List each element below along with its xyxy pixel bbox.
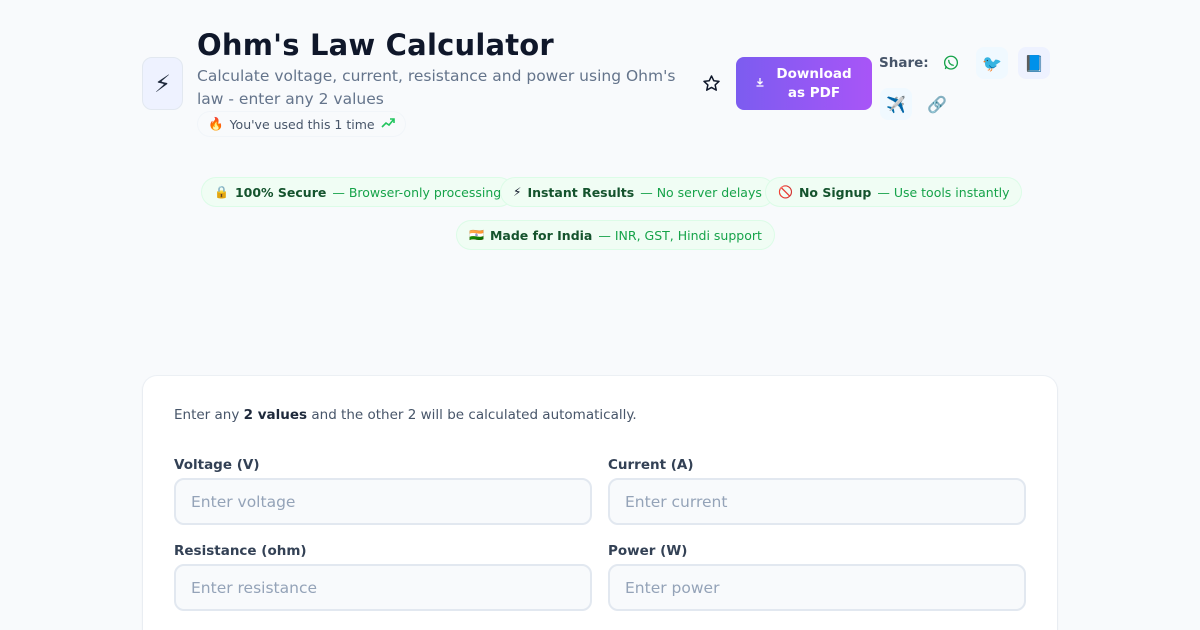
lightning-bolt-icon: ⚡: [142, 57, 183, 110]
share-whatsapp-button[interactable]: [935, 47, 967, 79]
airplane-icon: ✈️: [886, 94, 906, 114]
badge-title: Instant Results: [527, 184, 635, 200]
voltage-label: Voltage (V): [174, 457, 260, 473]
current-label: Current (A): [608, 457, 694, 473]
power-label: Power (W): [608, 543, 688, 559]
calculator-instructions: Enter any 2 values and the other 2 will …: [174, 407, 637, 423]
star-icon: [702, 74, 720, 91]
bird-icon: 🐦: [982, 53, 1002, 73]
lightning-icon: ⚡: [513, 185, 522, 199]
usage-counter: 🔥 You've used this 1 time: [198, 112, 405, 136]
favorite-button[interactable]: [698, 70, 724, 96]
tool-icon-glyph: ⚡: [154, 69, 171, 98]
prohibited-icon: 🚫: [778, 185, 793, 199]
share-telegram-button[interactable]: ✈️: [880, 88, 912, 120]
page-title: Ohm's Law Calculator: [197, 28, 554, 62]
badge-desc: — Use tools instantly: [877, 184, 1010, 200]
voltage-input[interactable]: [174, 478, 592, 525]
share-twitter-button[interactable]: 🐦: [976, 47, 1008, 79]
download-pdf-label: Download as PDF: [776, 65, 852, 101]
badge-india: 🇮🇳 Made for India — INR, GST, Hindi supp…: [457, 221, 774, 249]
share-facebook-button[interactable]: 📘: [1018, 47, 1050, 79]
download-icon: [755, 74, 765, 93]
copy-link-button[interactable]: 🔗: [921, 88, 953, 120]
current-input[interactable]: [608, 478, 1026, 525]
badge-secure: 🔒 100% Secure — Browser-only processing: [202, 178, 514, 206]
badge-desc: — Browser-only processing: [332, 184, 502, 200]
book-icon: 📘: [1024, 53, 1044, 73]
intro-text: and the other 2 will be calculated autom…: [307, 407, 637, 423]
fire-icon: 🔥: [208, 116, 224, 131]
calculator-card: Enter any 2 values and the other 2 will …: [143, 376, 1057, 630]
badge-desc: — INR, GST, Hindi support: [598, 227, 762, 243]
badge-no-signup: 🚫 No Signup — Use tools instantly: [766, 178, 1022, 206]
trending-up-icon: [381, 117, 395, 132]
power-input[interactable]: [608, 564, 1026, 611]
resistance-label: Resistance (ohm): [174, 543, 307, 559]
page-subtitle: Calculate voltage, current, resistance a…: [197, 67, 676, 108]
intro-text: Enter any: [174, 407, 244, 423]
usage-text: You've used this 1 time: [229, 116, 375, 132]
whatsapp-icon: [943, 55, 959, 70]
badge-instant: ⚡ Instant Results — No server delays: [501, 178, 774, 206]
badge-title: 100% Secure: [234, 184, 327, 200]
badge-desc: — No server delays: [640, 184, 762, 200]
resistance-input[interactable]: [174, 564, 592, 611]
badge-title: Made for India: [489, 227, 593, 243]
page: ⚡ Ohm's Law Calculator Calculate voltage…: [0, 0, 1200, 630]
intro-emphasis: 2 values: [243, 407, 308, 423]
lock-icon: 🔒: [214, 185, 229, 199]
download-pdf-button[interactable]: Download as PDF: [736, 57, 872, 110]
badge-title: No Signup: [798, 184, 872, 200]
share-label: Share:: [879, 55, 929, 71]
link-icon: 🔗: [927, 94, 947, 114]
india-flag-icon: 🇮🇳: [469, 228, 484, 242]
